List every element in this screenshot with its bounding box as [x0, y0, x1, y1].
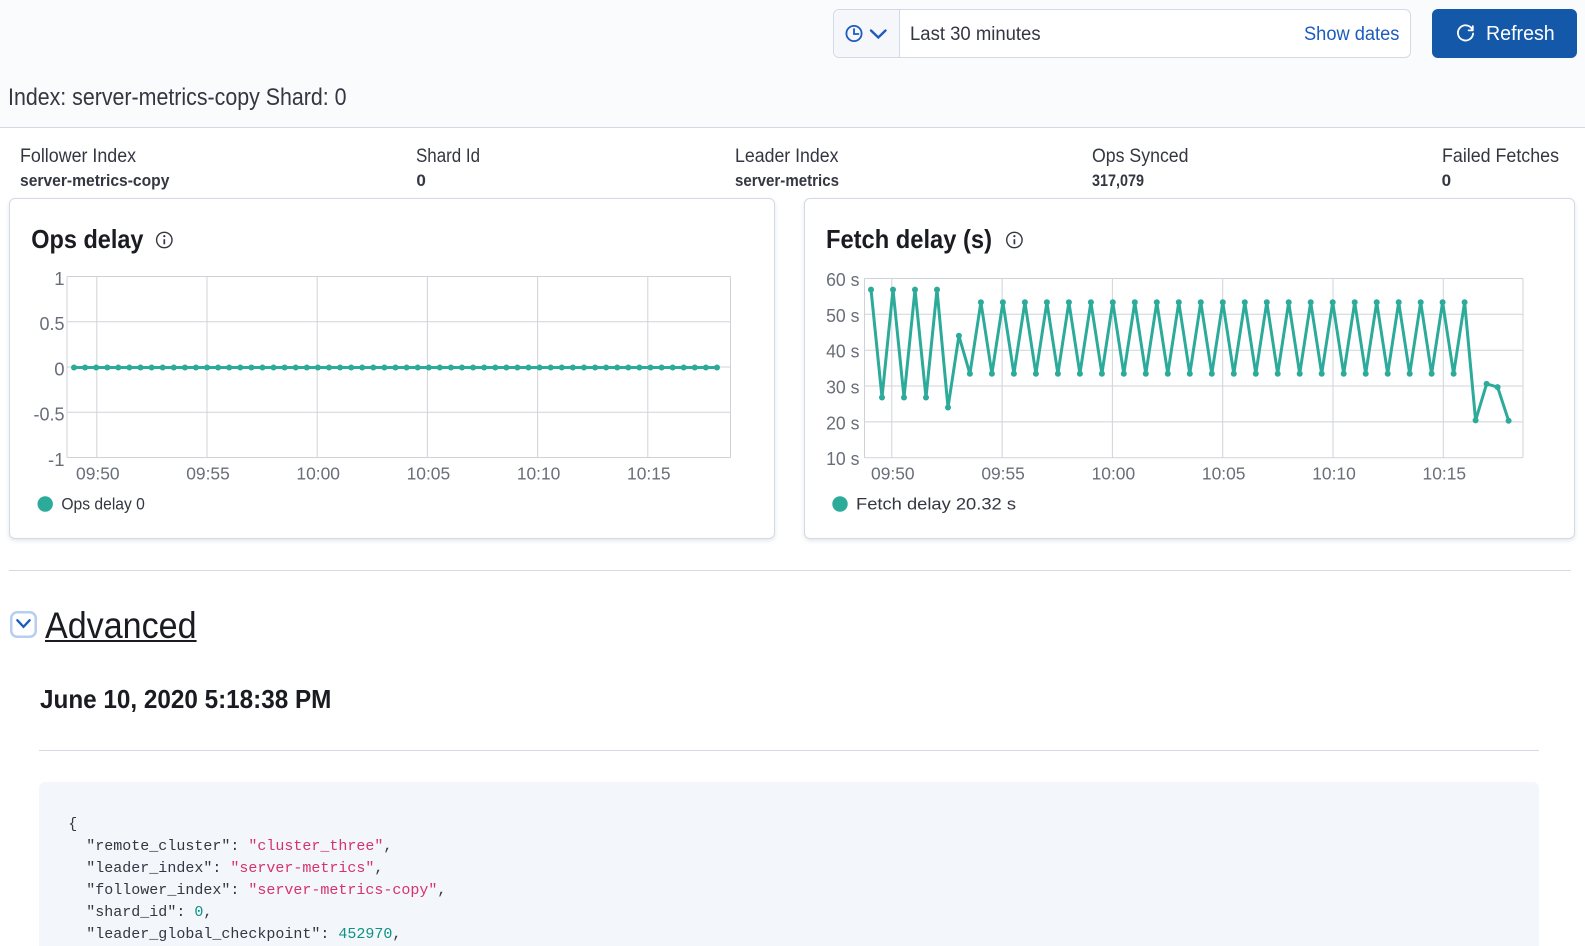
- svg-text:-0.5: -0.5: [34, 404, 65, 425]
- svg-text:10:10: 10:10: [517, 464, 561, 484]
- svg-text:10:10: 10:10: [1312, 464, 1356, 484]
- svg-text:10:15: 10:15: [1423, 464, 1467, 484]
- svg-text:09:55: 09:55: [981, 464, 1025, 484]
- svg-text:30 s: 30 s: [826, 377, 859, 398]
- svg-text:40 s: 40 s: [826, 341, 859, 362]
- svg-text:Fetch delay 20.32 s: Fetch delay 20.32 s: [856, 495, 1016, 514]
- svg-text:20 s: 20 s: [826, 412, 859, 433]
- svg-text:Ops delay 0: Ops delay 0: [61, 495, 144, 514]
- svg-text:09:50: 09:50: [76, 464, 120, 484]
- svg-text:Ops delay: Ops delay: [31, 224, 144, 254]
- svg-text:-1: -1: [48, 449, 64, 470]
- svg-text:1: 1: [54, 268, 64, 289]
- svg-text:10:00: 10:00: [296, 464, 340, 484]
- svg-text:09:50: 09:50: [871, 464, 915, 484]
- svg-text:10 s: 10 s: [826, 448, 859, 469]
- svg-text:0.5: 0.5: [40, 313, 65, 334]
- svg-text:10:05: 10:05: [1202, 464, 1246, 484]
- svg-text:10:00: 10:00: [1092, 464, 1136, 484]
- svg-text:10:15: 10:15: [627, 464, 671, 484]
- svg-text:09:55: 09:55: [186, 464, 230, 484]
- svg-text:10:05: 10:05: [407, 464, 451, 484]
- svg-text:50 s: 50 s: [826, 305, 859, 326]
- svg-text:0: 0: [54, 358, 64, 379]
- svg-text:Fetch delay (s): Fetch delay (s): [826, 224, 992, 254]
- svg-text:60 s: 60 s: [826, 269, 859, 290]
